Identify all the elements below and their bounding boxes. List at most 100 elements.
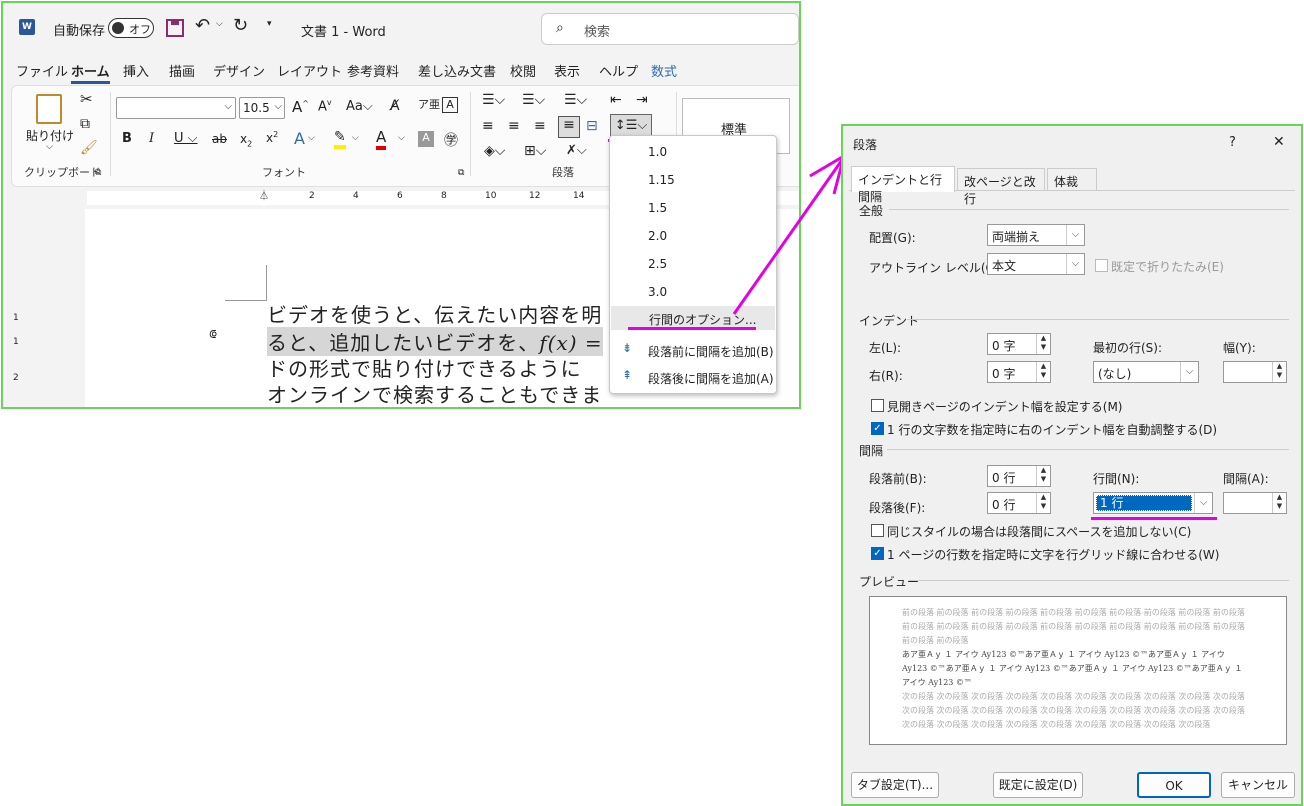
bullets-icon[interactable]: ☰⌵ <box>482 92 505 108</box>
highlight-dropdown-icon[interactable]: ⌵ <box>352 133 359 143</box>
search-box[interactable]: ⌕ 検索 <box>541 13 799 45</box>
cut-icon[interactable]: ✂ <box>80 90 93 108</box>
font-size-dropdown-icon[interactable]: ⌵ <box>274 101 282 112</box>
text-effects-dropdown-icon[interactable]: ⌵ <box>308 133 315 143</box>
tab-home[interactable]: ホーム <box>71 61 110 84</box>
no-space-same-style-checkbox[interactable] <box>871 524 884 537</box>
outline-level-select[interactable]: 本文 ⌵ <box>987 253 1085 275</box>
spinner-icon[interactable]: ▲ ▼ <box>1036 493 1050 513</box>
tab-indent-spacing[interactable]: インデントと行間隔 <box>851 166 955 204</box>
indent-right-input[interactable]: 0 字 ▲ ▼ <box>987 361 1051 383</box>
tab-help[interactable]: ヘルプ <box>599 61 638 80</box>
close-button[interactable]: ✕ <box>1273 134 1285 150</box>
align-left-icon[interactable]: ≡ <box>482 118 494 134</box>
line-spacing-option-1-15[interactable]: 1.15 <box>648 173 675 187</box>
auto-adjust-checkbox[interactable]: ✓ <box>871 422 884 435</box>
autosave-toggle[interactable]: オフ <box>108 18 154 38</box>
line-spacing-option-2-5[interactable]: 2.5 <box>648 257 667 271</box>
multilevel-list-icon[interactable]: ☰⌵ <box>564 92 587 108</box>
mirror-indent-checkbox[interactable] <box>871 399 884 412</box>
distributed-icon[interactable]: ⊟ <box>586 118 598 134</box>
tab-asian-typography[interactable]: 体裁 <box>1047 168 1097 190</box>
indent-width-input[interactable]: ▲ ▼ <box>1223 361 1287 383</box>
document-line-1[interactable]: ビデオを使うと、伝えたい内容を明 <box>267 299 602 328</box>
clipboard-launcher-icon[interactable]: ⧉ <box>95 168 101 178</box>
font-launcher-icon[interactable]: ⧉ <box>458 168 464 178</box>
increase-indent-icon[interactable]: ⇥ <box>636 92 648 108</box>
collapsed-checkbox[interactable] <box>1095 259 1108 272</box>
align-right-icon[interactable]: ≡ <box>534 118 546 134</box>
space-after-input[interactable]: 0 行 ▲ ▼ <box>987 492 1051 514</box>
tab-draw[interactable]: 描画 <box>169 61 195 80</box>
spinner-icon[interactable]: ▲ ▼ <box>1036 334 1050 354</box>
borders-icon[interactable]: ⊞⌵ <box>524 143 546 159</box>
spinner-icon[interactable]: ▲ ▼ <box>1272 362 1286 382</box>
change-case-icon[interactable]: Aa⌵ <box>346 99 373 114</box>
tab-line-page-breaks[interactable]: 改ページと改行 <box>957 168 1045 206</box>
tabs-button[interactable]: タブ設定(T)... <box>851 772 939 798</box>
numbering-icon[interactable]: ☰⌵ <box>522 92 545 108</box>
decrease-indent-icon[interactable]: ⇤ <box>610 92 622 108</box>
grow-font-icon[interactable]: A^ <box>292 98 309 116</box>
paste-icon[interactable] <box>36 94 62 124</box>
spinner-icon[interactable]: ▲ ▼ <box>1272 493 1286 513</box>
tab-insert[interactable]: 挿入 <box>123 61 149 80</box>
add-space-before-item[interactable]: 段落前に間隔を追加(B) <box>648 343 774 360</box>
format-painter-icon[interactable]: 🖌 <box>80 140 98 156</box>
indent-marker-icon[interactable]: ⏃ <box>259 187 269 202</box>
enclose-characters-icon[interactable]: ㊫ <box>444 130 458 150</box>
character-shading-icon[interactable]: A <box>418 131 434 147</box>
font-color-icon[interactable]: A <box>376 128 387 150</box>
add-space-after-item[interactable]: 段落後に間隔を追加(A) <box>648 370 774 387</box>
font-size-combo[interactable]: 10.5 ⌵ <box>239 97 285 119</box>
spinner-icon[interactable]: ▲ ▼ <box>1036 466 1050 486</box>
copy-icon[interactable]: ⧉ <box>80 116 90 132</box>
help-button[interactable]: ? <box>1229 135 1236 150</box>
underline-icon[interactable]: U ⌵ <box>174 131 198 146</box>
tab-equation[interactable]: 数式 <box>651 61 677 80</box>
indent-left-input[interactable]: 0 字 ▲ ▼ <box>987 333 1051 355</box>
tab-file[interactable]: ファイル <box>16 61 68 80</box>
tab-review[interactable]: 校閲 <box>510 61 536 80</box>
asian-layout-icon[interactable]: ✗⌵ <box>566 143 587 158</box>
clear-formatting-icon[interactable]: A̸ <box>390 98 400 114</box>
text-effects-icon[interactable]: A <box>294 129 305 148</box>
phonetic-guide-icon[interactable]: ア亜 <box>418 96 440 112</box>
alignment-select[interactable]: 両端揃え ⌵ <box>987 224 1085 246</box>
highlight-color-icon[interactable]: ✎ <box>334 129 346 149</box>
undo-icon[interactable]: ↶ <box>195 15 210 36</box>
layout-options-icon[interactable]: ⟃ <box>209 327 217 342</box>
superscript-icon[interactable]: x2 <box>266 130 278 145</box>
line-spacing-option-2-0[interactable]: 2.0 <box>648 229 667 243</box>
strikethrough-icon[interactable]: ab <box>212 132 227 146</box>
shrink-font-icon[interactable]: Av <box>318 98 332 114</box>
spinner-icon[interactable]: ▲ ▼ <box>1036 362 1050 382</box>
document-line-2[interactable]: ると、追加したいビデオを、f(x) = <box>267 327 603 356</box>
line-spacing-option-1-0[interactable]: 1.0 <box>648 145 667 159</box>
ok-button[interactable]: OK <box>1137 772 1211 798</box>
line-spacing-select[interactable]: 1 行 ⌵ <box>1093 492 1213 514</box>
tab-design[interactable]: デザイン <box>213 61 265 80</box>
undo-dropdown-icon[interactable]: ⌵ <box>216 19 223 29</box>
document-line-3[interactable]: ドの形式で貼り付けできるように <box>267 353 582 382</box>
set-default-button[interactable]: 既定に設定(D) <box>993 772 1083 798</box>
paste-dropdown-icon[interactable]: ⌵ <box>46 142 53 152</box>
font-color-dropdown-icon[interactable]: ⌵ <box>398 133 405 143</box>
subscript-icon[interactable]: x2 <box>240 132 252 148</box>
character-border-icon[interactable]: A <box>442 97 458 113</box>
font-name-combo[interactable]: ⌵ <box>116 97 236 119</box>
align-center-icon[interactable]: ≡ <box>508 118 520 134</box>
save-icon[interactable] <box>166 19 184 37</box>
space-before-input[interactable]: 0 行 ▲ ▼ <box>987 465 1051 487</box>
bold-icon[interactable]: B <box>122 131 132 146</box>
shading-icon[interactable]: ◈⌵ <box>484 143 505 159</box>
redo-icon[interactable]: ↻ <box>233 15 248 36</box>
customize-qat-icon[interactable]: ▾ <box>267 19 272 29</box>
tab-mailings[interactable]: 差し込み文書 <box>418 61 496 80</box>
cancel-button[interactable]: キャンセル <box>1221 772 1295 798</box>
justify-icon[interactable]: ≡ <box>558 116 580 138</box>
spacing-at-input[interactable]: ▲ ▼ <box>1223 492 1287 514</box>
italic-icon[interactable]: I <box>149 131 154 146</box>
document-line-4[interactable]: オンラインで検索することもできま <box>267 379 602 407</box>
snap-to-grid-checkbox[interactable]: ✓ <box>871 547 884 560</box>
